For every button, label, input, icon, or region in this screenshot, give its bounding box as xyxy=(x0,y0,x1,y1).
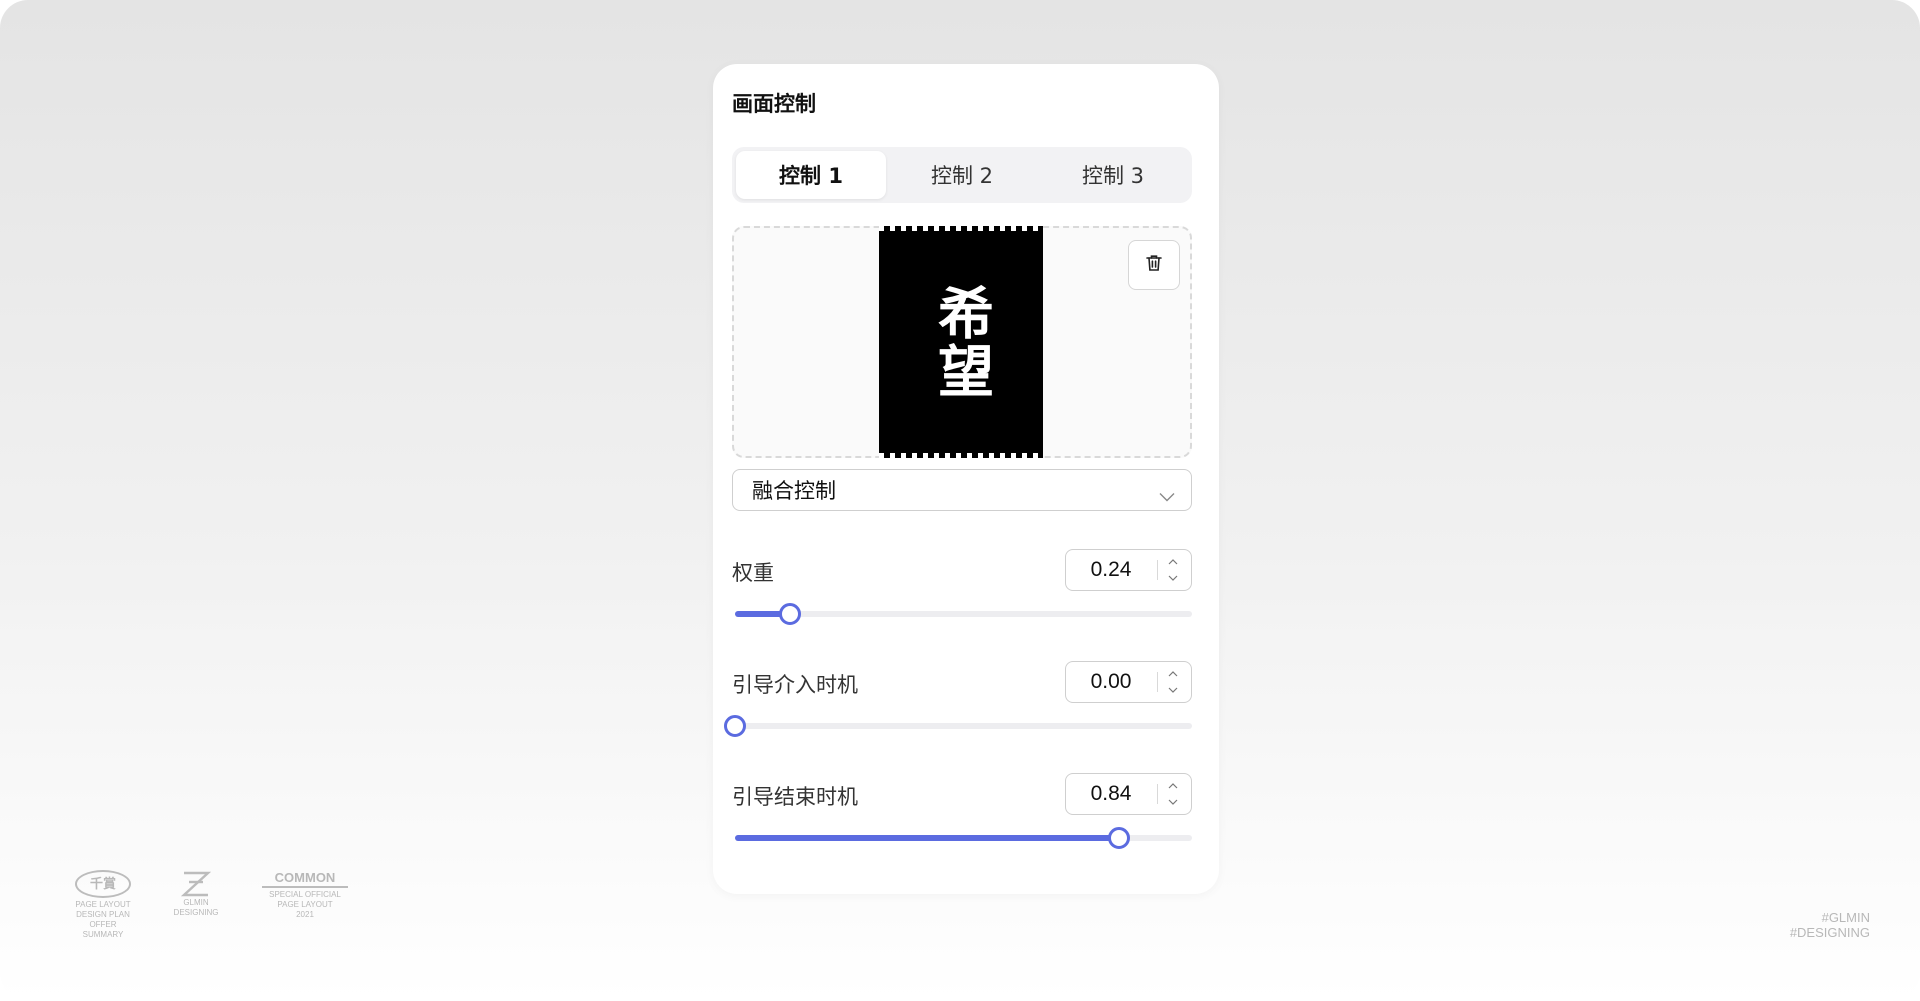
logo-wordmark: 千賞 xyxy=(75,870,131,898)
weight-slider-track[interactable] xyxy=(735,603,1192,625)
logo-page-layout: 千賞 PAGE LAYOUT DESIGN PLAN OFFER SUMMARY xyxy=(72,870,134,940)
guidance-start-slider-track[interactable] xyxy=(724,715,1192,737)
param-label: 引导介入时机 xyxy=(732,673,858,697)
control-tabs: 控制 1 控制 2 控制 3 xyxy=(732,147,1192,203)
number-value: 0.84 xyxy=(1090,782,1132,805)
slider-thumb[interactable] xyxy=(724,715,746,737)
logo-common: COMMON SPECIAL OFFICIAL PAGE LAYOUT 2021 xyxy=(262,870,348,920)
slider-thumb[interactable] xyxy=(778,603,801,625)
number-value: 0.00 xyxy=(1090,670,1132,693)
tab-control-1[interactable]: 控制 1 xyxy=(736,151,886,199)
guidance-start-number-input[interactable]: 0.00 xyxy=(1065,661,1192,703)
input-divider xyxy=(1157,784,1158,804)
logo-caption: OFFER SUMMARY xyxy=(82,920,124,939)
logo-caption: GLMIN xyxy=(183,898,209,907)
logo-caption: DESIGNING xyxy=(173,908,219,917)
param-label: 权重 xyxy=(732,561,774,585)
param-guidance-end: 引导结束时机 0.84 xyxy=(732,773,1192,853)
logo-glmin: GLMIN DESIGNING xyxy=(168,870,224,918)
select-value: 融合控制 xyxy=(752,479,836,503)
decrement-icon[interactable] xyxy=(1164,795,1182,809)
image-dropzone[interactable]: 希望 xyxy=(732,226,1192,458)
panel-title: 画面控制 xyxy=(732,92,816,116)
logo-caption: PAGE LAYOUT xyxy=(277,900,333,909)
delete-image-button[interactable] xyxy=(1128,240,1180,290)
param-guidance-start: 引导介入时机 0.00 xyxy=(724,661,1192,741)
glmin-mark-icon xyxy=(168,870,224,898)
increment-icon[interactable] xyxy=(1164,555,1182,569)
footer-logos: 千賞 PAGE LAYOUT DESIGN PLAN OFFER SUMMARY… xyxy=(72,870,362,939)
decrement-icon[interactable] xyxy=(1164,683,1182,697)
tab-control-3[interactable]: 控制 3 xyxy=(1038,151,1188,199)
logo-caption: SPECIAL OFFICIAL xyxy=(269,890,341,899)
input-divider xyxy=(1157,560,1158,580)
watermark: #GLMIN #DESIGNING xyxy=(1790,910,1870,940)
uploaded-image-preview: 希望 xyxy=(879,226,1043,458)
chevron-down-icon xyxy=(1159,483,1175,507)
guidance-end-number-input[interactable]: 0.84 xyxy=(1065,773,1192,815)
watermark-line: #GLMIN xyxy=(1821,910,1870,925)
slider-fill xyxy=(735,835,1119,841)
fusion-mode-select[interactable]: 融合控制 xyxy=(732,469,1192,511)
image-control-panel: 画面控制 控制 1 控制 2 控制 3 希望 融合控制 权重 0.24 引导介入… xyxy=(713,64,1219,894)
tab-control-2[interactable]: 控制 2 xyxy=(887,151,1037,199)
ticket-perforation-bottom xyxy=(879,453,1043,458)
logo-caption: 2021 xyxy=(296,910,314,919)
number-value: 0.24 xyxy=(1090,558,1132,581)
decrement-icon[interactable] xyxy=(1164,571,1182,585)
increment-icon[interactable] xyxy=(1164,779,1182,793)
logo-caption: DESIGN PLAN xyxy=(76,910,130,919)
increment-icon[interactable] xyxy=(1164,667,1182,681)
weight-number-input[interactable]: 0.24 xyxy=(1065,549,1192,591)
trash-icon xyxy=(1144,253,1164,277)
watermark-line: #DESIGNING xyxy=(1789,925,1870,940)
preview-image-text: 希望 xyxy=(928,284,994,400)
logo-caption: PAGE LAYOUT xyxy=(75,900,131,909)
input-divider xyxy=(1157,672,1158,692)
guidance-end-slider-track[interactable] xyxy=(735,827,1192,849)
param-label: 引导结束时机 xyxy=(732,785,858,809)
logo-wordmark: COMMON xyxy=(262,870,348,888)
slider-thumb[interactable] xyxy=(1107,827,1130,849)
param-weight: 权重 0.24 xyxy=(732,549,1192,629)
ticket-perforation-top xyxy=(879,226,1043,231)
